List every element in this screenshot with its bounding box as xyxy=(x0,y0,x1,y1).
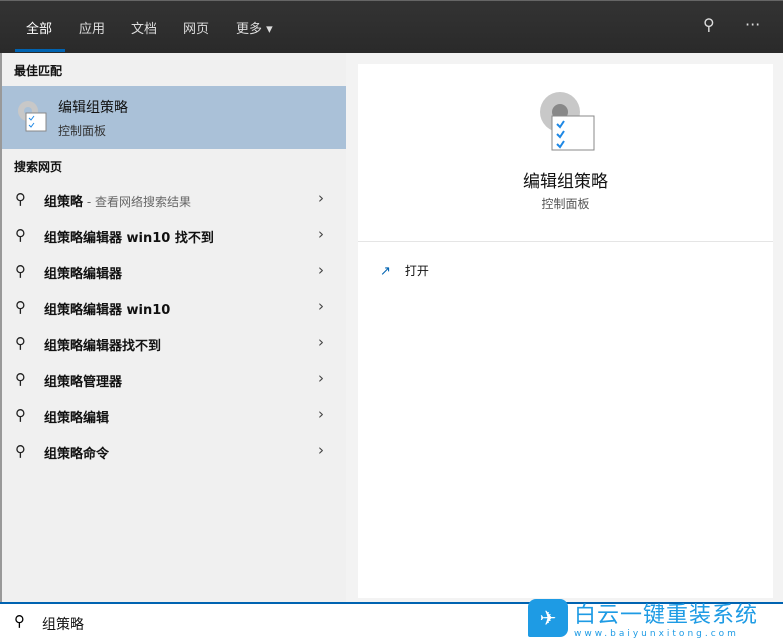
chevron-right-icon[interactable]: › xyxy=(318,225,324,243)
tab-documents[interactable]: 文档 xyxy=(131,18,157,37)
best-match-heading: 最佳匹配 xyxy=(14,64,63,78)
chevron-right-icon[interactable]: › xyxy=(318,405,324,423)
search-icon: ⚲ xyxy=(15,298,26,316)
web-suggestion-item[interactable]: ⚲ 组策略命令 › xyxy=(2,433,346,469)
search-icon: ⚲ xyxy=(15,370,26,388)
search-input[interactable]: 组策略 xyxy=(42,614,84,634)
tab-all[interactable]: 全部 xyxy=(26,18,52,37)
chevron-right-icon[interactable]: › xyxy=(318,261,324,279)
web-suggestion-item[interactable]: ⚲ 组策略编辑器 win10 › xyxy=(2,289,346,325)
web-suggestion-item[interactable]: ⚲ 组策略编辑器 win10 找不到 › xyxy=(2,217,346,253)
detail-title: 编辑组策略 xyxy=(523,172,608,192)
more-options-icon[interactable]: ··· xyxy=(745,15,760,34)
search-icon: ⚲ xyxy=(15,406,26,424)
search-icon: ⚲ xyxy=(15,442,26,460)
suggestion-label: 组策略编辑器 xyxy=(44,267,123,282)
suggestion-label: 组策略编辑器 win10 找不到 xyxy=(44,231,214,246)
suggestion-label: 组策略 - 查看网络搜索结果 xyxy=(44,195,191,210)
suggestion-label: 组策略命令 xyxy=(44,447,110,462)
web-heading: 搜索网页 xyxy=(14,160,63,174)
best-match-subtitle: 控制面板 xyxy=(58,124,107,138)
search-icon: ⚲ xyxy=(15,262,26,280)
tab-web[interactable]: 网页 xyxy=(183,18,209,37)
best-match-item[interactable]: 编辑组策略 控制面板 xyxy=(2,86,346,149)
web-suggestion-item[interactable]: ⚲ 组策略编辑器找不到 › xyxy=(2,325,346,361)
watermark-logo: ✈ 白云一键重装系统 www.baiyunxitong.com xyxy=(528,597,758,639)
detail-card: 编辑组策略 控制面板 ↗ 打开 xyxy=(358,64,773,598)
search-icon: ⚲ xyxy=(15,190,26,208)
bird-logo-icon: ✈ xyxy=(528,599,568,637)
search-icon: ⚲ xyxy=(15,226,26,244)
web-suggestion-item[interactable]: ⚲ 组策略管理器 › xyxy=(2,361,346,397)
feedback-icon[interactable]: ⚲ xyxy=(703,15,715,34)
suggestion-label: 组策略编辑 xyxy=(44,411,110,426)
suggestion-label: 组策略管理器 xyxy=(44,375,123,390)
watermark-cn: 白云一键重装系统 xyxy=(574,603,759,628)
suggestion-label: 组策略编辑器找不到 xyxy=(44,339,162,354)
active-tab-indicator xyxy=(15,49,65,52)
chevron-right-icon[interactable]: › xyxy=(318,297,324,315)
search-icon: ⚲ xyxy=(14,612,25,630)
group-policy-large-icon xyxy=(540,92,595,151)
web-suggestion-item[interactable]: ⚲ 组策略编辑器 › xyxy=(2,253,346,289)
chevron-right-icon[interactable]: › xyxy=(318,369,324,387)
suggestion-label: 组策略编辑器 win10 xyxy=(44,303,171,318)
chevron-right-icon[interactable]: › xyxy=(318,333,324,351)
results-pane: 最佳匹配 编辑组策略 控制面板 搜索网页 ⚲ 组策略 - 查看网络搜索结果 › ⚲ 组策… xyxy=(0,53,346,602)
top-bar: 全部 应用 文档 网页 更多 ▾ ⚲ ··· xyxy=(0,0,783,53)
best-match-title: 编辑组策略 xyxy=(58,100,128,116)
divider xyxy=(358,241,773,242)
watermark-en: www.baiyunxitong.com xyxy=(574,629,739,639)
open-label: 打开 xyxy=(404,264,429,278)
web-suggestion-item[interactable]: ⚲ 组策略编辑 › xyxy=(2,397,346,433)
open-action[interactable]: ↗ 打开 xyxy=(380,262,429,279)
tab-more[interactable]: 更多 ▾ xyxy=(236,18,273,37)
group-policy-icon xyxy=(18,101,47,132)
chevron-right-icon[interactable]: › xyxy=(318,441,324,459)
detail-subtitle: 控制面板 xyxy=(541,197,590,211)
web-suggestion-item[interactable]: ⚲ 组策略 - 查看网络搜索结果 › xyxy=(2,181,346,217)
tab-apps[interactable]: 应用 xyxy=(79,18,105,37)
open-icon: ↗ xyxy=(380,264,391,279)
chevron-right-icon[interactable]: › xyxy=(318,189,324,207)
search-icon: ⚲ xyxy=(15,334,26,352)
